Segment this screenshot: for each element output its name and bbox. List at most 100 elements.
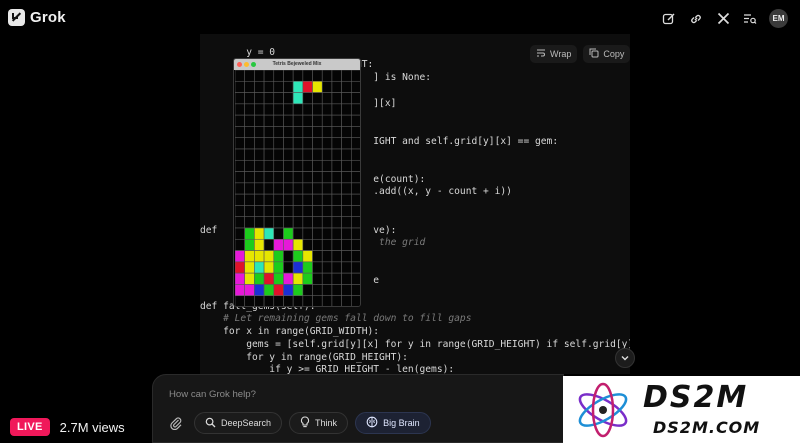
empty-cell xyxy=(235,193,245,206)
prompt-input[interactable]: How can Grok help? xyxy=(169,389,256,400)
gem-cell xyxy=(244,284,255,297)
gem-cell xyxy=(292,272,304,285)
empty-cell xyxy=(331,284,342,297)
gem-cell xyxy=(254,227,265,240)
empty-cell xyxy=(331,70,342,82)
empty-cell xyxy=(302,227,313,240)
empty-cell xyxy=(331,103,342,116)
gem-cell xyxy=(312,80,323,93)
chevron-down-icon xyxy=(621,356,629,361)
empty-cell xyxy=(283,182,294,195)
empty-cell xyxy=(331,238,342,251)
empty-cell xyxy=(283,216,294,229)
empty-cell xyxy=(321,137,333,150)
empty-cell xyxy=(263,92,275,105)
empty-cell xyxy=(351,114,360,127)
empty-cell xyxy=(312,114,323,127)
empty-cell xyxy=(331,261,342,274)
empty-cell xyxy=(235,205,245,218)
empty-cell xyxy=(292,114,304,127)
user-avatar[interactable]: EM xyxy=(769,9,788,28)
empty-cell xyxy=(254,193,265,206)
empty-cell xyxy=(254,126,265,139)
copy-label: Copy xyxy=(603,49,625,59)
think-label: Think xyxy=(315,418,338,428)
empty-cell xyxy=(292,103,304,116)
empty-cell xyxy=(331,92,342,105)
gem-cell xyxy=(263,261,275,274)
empty-cell xyxy=(254,103,265,116)
big-brain-button[interactable]: Big Brain xyxy=(355,412,431,434)
empty-cell xyxy=(351,227,360,240)
attach-icon[interactable] xyxy=(165,412,187,434)
gem-cell xyxy=(235,272,245,285)
scroll-down-button[interactable] xyxy=(615,348,635,368)
empty-cell xyxy=(273,137,284,150)
empty-cell xyxy=(351,171,360,184)
wrap-icon xyxy=(536,48,546,60)
empty-cell xyxy=(235,295,245,306)
empty-cell xyxy=(235,80,245,93)
gem-cell xyxy=(235,284,245,297)
think-button[interactable]: Think xyxy=(289,412,349,434)
empty-cell xyxy=(321,216,333,229)
empty-cell xyxy=(292,137,304,150)
deepsearch-label: DeepSearch xyxy=(221,418,272,428)
empty-cell xyxy=(273,80,284,93)
gem-cell xyxy=(254,261,265,274)
empty-cell xyxy=(263,114,275,127)
code-line: y = 0 xyxy=(200,46,276,58)
empty-cell xyxy=(331,114,342,127)
edit-icon[interactable] xyxy=(661,11,677,27)
gem-cell xyxy=(283,238,294,251)
grok-logo[interactable]: Grok xyxy=(8,9,66,26)
gem-cell xyxy=(273,238,284,251)
empty-cell xyxy=(263,148,275,161)
empty-cell xyxy=(321,182,333,195)
deepsearch-button[interactable]: DeepSearch xyxy=(194,412,283,434)
wrap-button[interactable]: Wrap xyxy=(530,45,578,63)
empty-cell xyxy=(302,159,313,172)
empty-cell xyxy=(254,70,265,82)
empty-cell xyxy=(244,171,255,184)
empty-cell xyxy=(273,159,284,172)
gem-cell xyxy=(292,261,304,274)
empty-cell xyxy=(244,80,255,93)
empty-cell xyxy=(321,250,333,263)
game-board[interactable] xyxy=(235,70,361,307)
gem-cell xyxy=(244,261,255,274)
empty-cell xyxy=(312,70,323,82)
empty-cell xyxy=(321,114,333,127)
brain-icon xyxy=(366,416,378,430)
gem-cell xyxy=(273,250,284,263)
empty-cell xyxy=(341,80,352,93)
empty-cell xyxy=(321,284,333,297)
empty-cell xyxy=(351,284,360,297)
live-badge: LIVE xyxy=(10,418,50,436)
top-bar: Grok EM xyxy=(0,0,800,36)
empty-cell xyxy=(321,193,333,206)
empty-cell xyxy=(331,193,342,206)
empty-cell xyxy=(273,216,284,229)
gem-cell xyxy=(302,272,313,285)
empty-cell xyxy=(283,171,294,184)
empty-cell xyxy=(351,193,360,206)
gem-cell xyxy=(244,250,255,263)
gem-cell xyxy=(302,250,313,263)
game-title: Tetris Bejeweled Mix xyxy=(272,61,322,67)
search-list-icon[interactable] xyxy=(742,11,758,27)
copy-button[interactable]: Copy xyxy=(583,45,631,63)
empty-cell xyxy=(283,126,294,139)
game-window[interactable]: Tetris Bejeweled Mix xyxy=(233,58,361,307)
empty-cell xyxy=(351,261,360,274)
empty-cell xyxy=(244,114,255,127)
link-icon[interactable] xyxy=(688,11,704,27)
gem-cell xyxy=(292,238,304,251)
top-actions: EM xyxy=(661,9,788,28)
empty-cell xyxy=(263,126,275,139)
x-logo-icon[interactable] xyxy=(715,11,731,27)
empty-cell xyxy=(283,80,294,93)
atom-logo-icon xyxy=(578,382,628,438)
gem-cell xyxy=(292,80,304,93)
empty-cell xyxy=(331,148,342,161)
